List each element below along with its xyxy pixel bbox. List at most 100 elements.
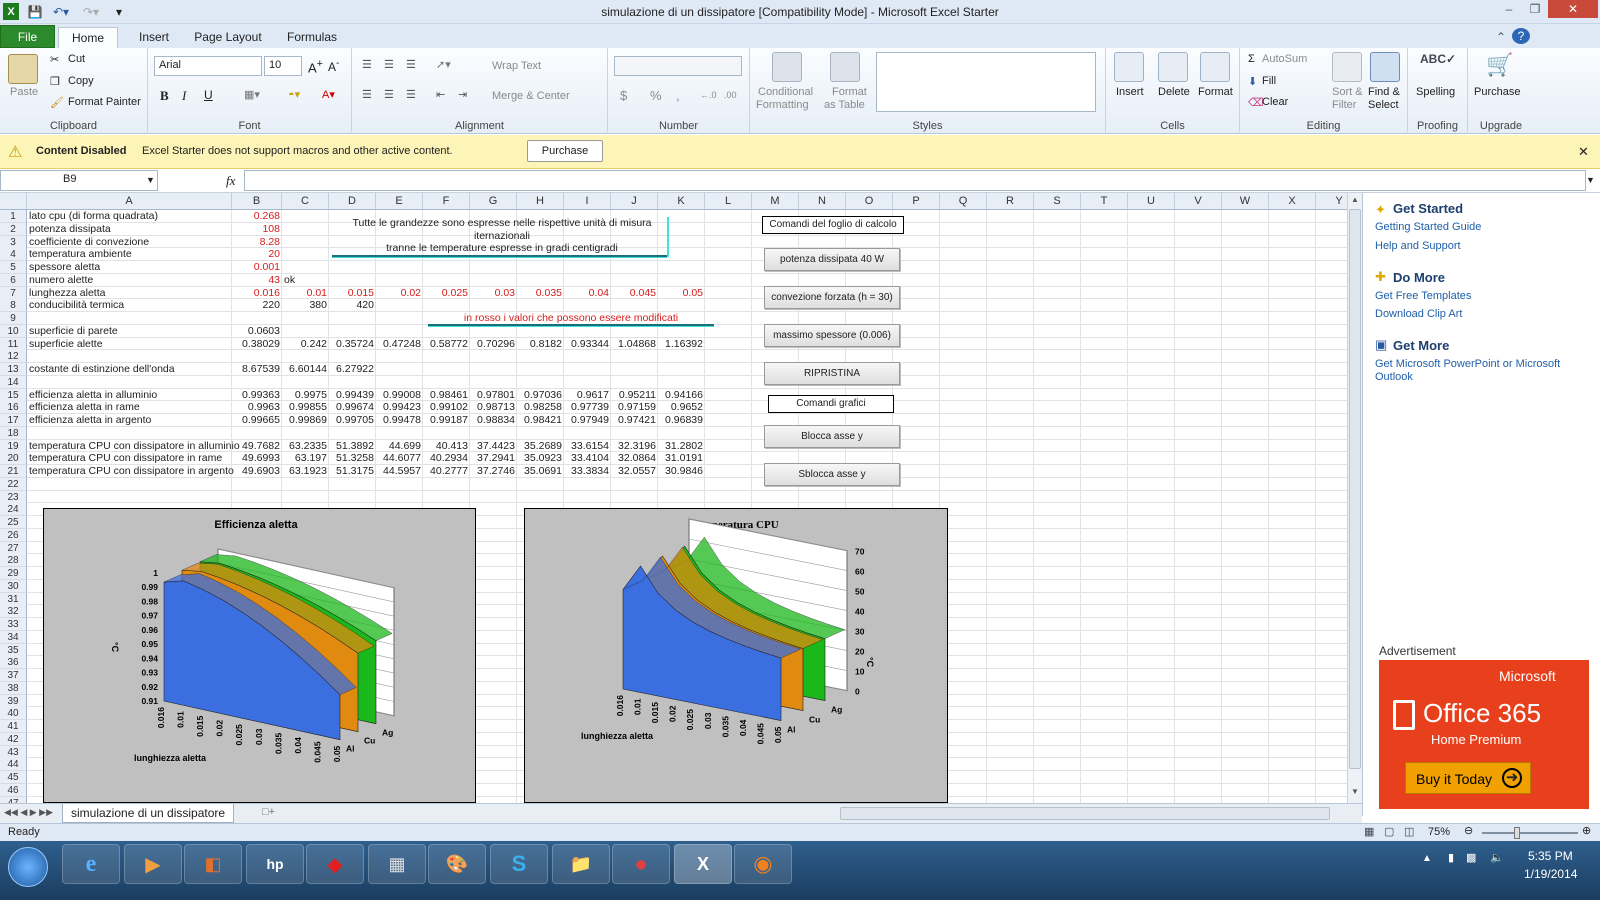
cell-f21[interactable]: 40.2777 [425,465,468,478]
cell-b17[interactable]: 0.99665 [234,414,280,427]
column-header[interactable]: M [752,193,799,210]
row-header[interactable]: 2 [0,222,27,236]
slides-app-icon[interactable]: ◧ [184,844,242,884]
cell-j17[interactable]: 0.97421 [613,414,656,427]
free-templates-link[interactable]: Get Free Templates [1375,290,1471,302]
format-painter-button[interactable]: Format Painter [68,96,141,108]
conditional-formatting-button[interactable]: Conditional [758,86,813,98]
row-header[interactable]: 29 [0,567,27,580]
cell-h20[interactable]: 35.0923 [519,452,562,465]
cell-b20[interactable]: 49.6993 [234,452,280,465]
cell-f17[interactable]: 0.99187 [425,414,468,427]
cell-j15[interactable]: 0.95211 [613,389,656,402]
row-header[interactable]: 19 [0,439,27,453]
row-header[interactable]: 13 [0,363,27,376]
column-header[interactable]: A [27,193,232,210]
column-header[interactable]: O [846,193,893,210]
minimize-button[interactable]: – [1496,0,1522,18]
battery-icon[interactable]: ▮ [1448,851,1454,864]
cell-e16[interactable]: 0.99423 [378,401,421,414]
row-header[interactable]: 16 [0,401,27,415]
row-header[interactable]: 14 [0,375,27,389]
cell-g17[interactable]: 0.98834 [472,414,515,427]
wrap-text-button[interactable]: Wrap Text [492,60,541,72]
insert-cells-button[interactable]: Insert [1116,86,1144,98]
scroll-up-icon[interactable]: ▲ [1349,195,1361,207]
select-all-corner[interactable] [0,193,27,210]
cell-b7[interactable]: 0.016 [234,287,280,300]
forced-convection-button[interactable]: convezione forzata (h = 30) [764,286,900,309]
insert-function-button[interactable]: fx [226,173,235,189]
cell-h15[interactable]: 0.97036 [519,389,562,402]
cell-j16[interactable]: 0.97159 [613,401,656,414]
row-header[interactable]: 42 [0,732,27,746]
borders-icon[interactable]: ▦▾ [244,88,260,101]
cell-g11[interactable]: 0.70296 [472,338,515,351]
row-header[interactable]: 17 [0,414,27,427]
cell-c13[interactable]: 6.60144 [284,363,327,376]
sketchup-icon[interactable]: ◆ [306,844,364,884]
row-header[interactable]: 24 [0,503,27,517]
tab-insert[interactable]: Insert [124,27,184,48]
cell-d17[interactable]: 0.99705 [331,414,374,427]
cell-k20[interactable]: 31.0191 [660,452,703,465]
cell-b21[interactable]: 49.6903 [234,465,280,478]
cell-f20[interactable]: 40.2934 [425,452,468,465]
column-header[interactable]: V [1175,193,1222,210]
getting-started-link[interactable]: Getting Started Guide [1375,221,1481,233]
zoom-slider-thumb[interactable] [1514,827,1520,839]
cell-styles-gallery[interactable] [876,52,1096,112]
cell-b5[interactable]: 0.001 [234,261,280,274]
cut-button[interactable]: Cut [68,53,85,65]
close-button[interactable]: ✕ [1548,0,1598,18]
buy-it-today-button[interactable]: Buy it Today ➜ [1405,762,1531,794]
row-header[interactable]: 12 [0,350,27,364]
spelling-button[interactable]: Spelling [1416,86,1455,98]
underline-button[interactable]: U [204,88,213,102]
office365-ad[interactable]: Microsoft Office 365 Home Premium Buy it… [1379,660,1589,809]
cell-c17[interactable]: 0.99869 [284,414,327,427]
align-top-icon[interactable]: ☰ [362,58,372,71]
cell-i20[interactable]: 33.4104 [566,452,609,465]
view-normal-icon[interactable]: ▦ [1364,825,1374,838]
cell-c15[interactable]: 0.9975 [284,389,327,402]
row-header[interactable]: 28 [0,554,27,568]
cell-b8[interactable]: 220 [234,299,280,312]
cell-b19[interactable]: 49.7682 [234,440,280,453]
cell-c8[interactable]: 380 [284,299,327,312]
tab-file[interactable]: File [0,25,55,48]
excel-taskbar-icon[interactable]: X [674,844,732,884]
firefox-icon[interactable]: ◉ [734,844,792,884]
find-select-button[interactable]: Find & [1368,86,1400,98]
cpu-temperature-chart[interactable]: Temperatura CPU 70 60 50 40 30 20 10 0 0.016 0.01 0… [524,508,948,803]
row-header[interactable]: 25 [0,516,27,529]
zoom-out-icon[interactable]: ⊖ [1464,824,1473,837]
cell-i11[interactable]: 0.93344 [566,338,609,351]
cell-d8[interactable]: 420 [331,299,374,312]
cell-e15[interactable]: 0.99008 [378,389,421,402]
row-header[interactable]: 18 [0,426,27,440]
cell-b16[interactable]: 0.9963 [234,401,280,414]
currency-button[interactable]: $ [620,88,627,103]
clip-art-link[interactable]: Download Clip Art [1375,308,1462,320]
row-header[interactable]: 9 [0,312,27,325]
column-header[interactable]: R [987,193,1034,210]
row-header[interactable]: 30 [0,579,27,593]
cell-a2[interactable]: potenza dissipata [29,223,359,236]
clock-time[interactable]: 5:35 PM [1528,849,1573,863]
cell-h16[interactable]: 0.98258 [519,401,562,414]
tab-formulas[interactable]: Formulas [272,27,352,48]
cell-b4[interactable]: 20 [234,248,280,261]
column-header[interactable]: P [893,193,940,210]
row-header[interactable]: 27 [0,541,27,555]
chrome-icon[interactable]: ● [612,844,670,884]
cell-a3[interactable]: coefficiente di convezione [29,236,359,249]
purchase-ribbon-button[interactable]: Purchase [1474,86,1520,98]
decrease-decimal-icon[interactable]: .00 [724,90,737,100]
align-middle-icon[interactable]: ☰ [384,58,394,71]
row-header[interactable]: 3 [0,235,27,249]
cell-k21[interactable]: 30.9846 [660,465,703,478]
scroll-thumb[interactable] [1349,209,1361,769]
font-size-select[interactable]: 10 [264,56,302,76]
paint-icon[interactable]: 🎨 [428,844,486,884]
